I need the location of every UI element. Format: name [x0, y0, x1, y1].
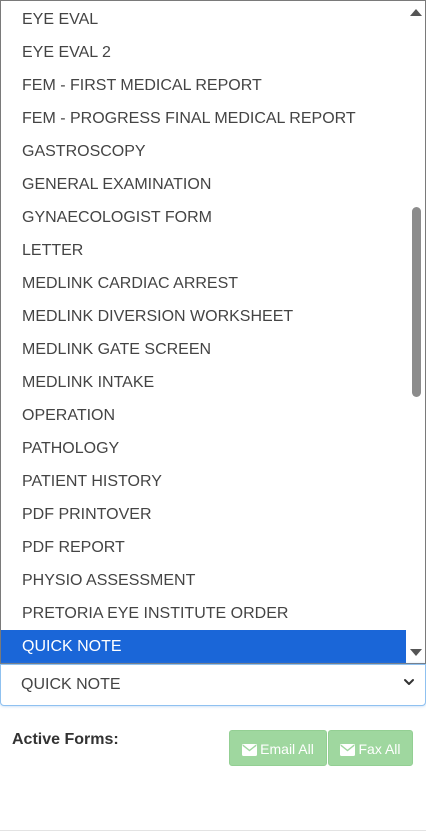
dropdown-option[interactable]: PRETORIA EYE INSTITUTE ORDER: [1, 597, 406, 630]
dropdown-option[interactable]: MEDLINK DIVERSION WORKSHEET: [1, 300, 406, 333]
chevron-down-icon: [404, 679, 414, 685]
dropdown-scrollbar[interactable]: [407, 1, 425, 663]
dropdown-option[interactable]: OPERATION: [1, 399, 406, 432]
fax-all-button[interactable]: Fax All: [328, 730, 413, 766]
dropdown-option[interactable]: FEM - PROGRESS FINAL MEDICAL REPORT: [1, 102, 406, 135]
active-forms-label: Active Forms:: [12, 731, 119, 748]
dropdown-option[interactable]: GASTROSCOPY: [1, 135, 406, 168]
scrollbar-thumb[interactable]: [412, 207, 421, 397]
dropdown-option[interactable]: GENERAL EXAMINATION: [1, 168, 406, 201]
form-type-select[interactable]: QUICK NOTE: [0, 664, 426, 706]
form-type-dropdown-list[interactable]: EYE EVAL EYE EVAL 2 FEM - FIRST MEDICAL …: [0, 0, 426, 664]
dropdown-option[interactable]: PDF PRINTOVER: [1, 498, 406, 531]
dropdown-option[interactable]: PDF REPORT: [1, 531, 406, 564]
dropdown-option[interactable]: PATIENT HISTORY: [1, 465, 406, 498]
dropdown-options: EYE EVAL EYE EVAL 2 FEM - FIRST MEDICAL …: [1, 3, 406, 663]
dropdown-option[interactable]: PHYSIO ASSESSMENT: [1, 564, 406, 597]
dropdown-option[interactable]: EYE EVAL: [1, 3, 406, 36]
dropdown-option[interactable]: LETTER: [1, 234, 406, 267]
dropdown-option[interactable]: GYNAECOLOGIST FORM: [1, 201, 406, 234]
envelope-icon: [242, 744, 258, 756]
dropdown-option[interactable]: FEM - FIRST MEDICAL REPORT: [1, 69, 406, 102]
select-value: QUICK NOTE: [21, 676, 121, 693]
email-all-button[interactable]: Email All: [229, 730, 327, 766]
divider: [0, 830, 426, 831]
dropdown-option[interactable]: EYE EVAL 2: [1, 36, 406, 69]
fax-all-label: Fax All: [358, 741, 401, 757]
dropdown-option[interactable]: PATHOLOGY: [1, 432, 406, 465]
dropdown-option-highlighted[interactable]: QUICK NOTE: [1, 630, 406, 663]
email-all-label: Email All: [260, 741, 314, 757]
dropdown-option[interactable]: MEDLINK GATE SCREEN: [1, 333, 406, 366]
envelope-icon: [340, 744, 356, 756]
scroll-down-arrow-icon[interactable]: [410, 649, 422, 656]
dropdown-option[interactable]: MEDLINK CARDIAC ARREST: [1, 267, 406, 300]
dropdown-option[interactable]: MEDLINK INTAKE: [1, 366, 406, 399]
scroll-up-arrow-icon[interactable]: [410, 9, 422, 16]
